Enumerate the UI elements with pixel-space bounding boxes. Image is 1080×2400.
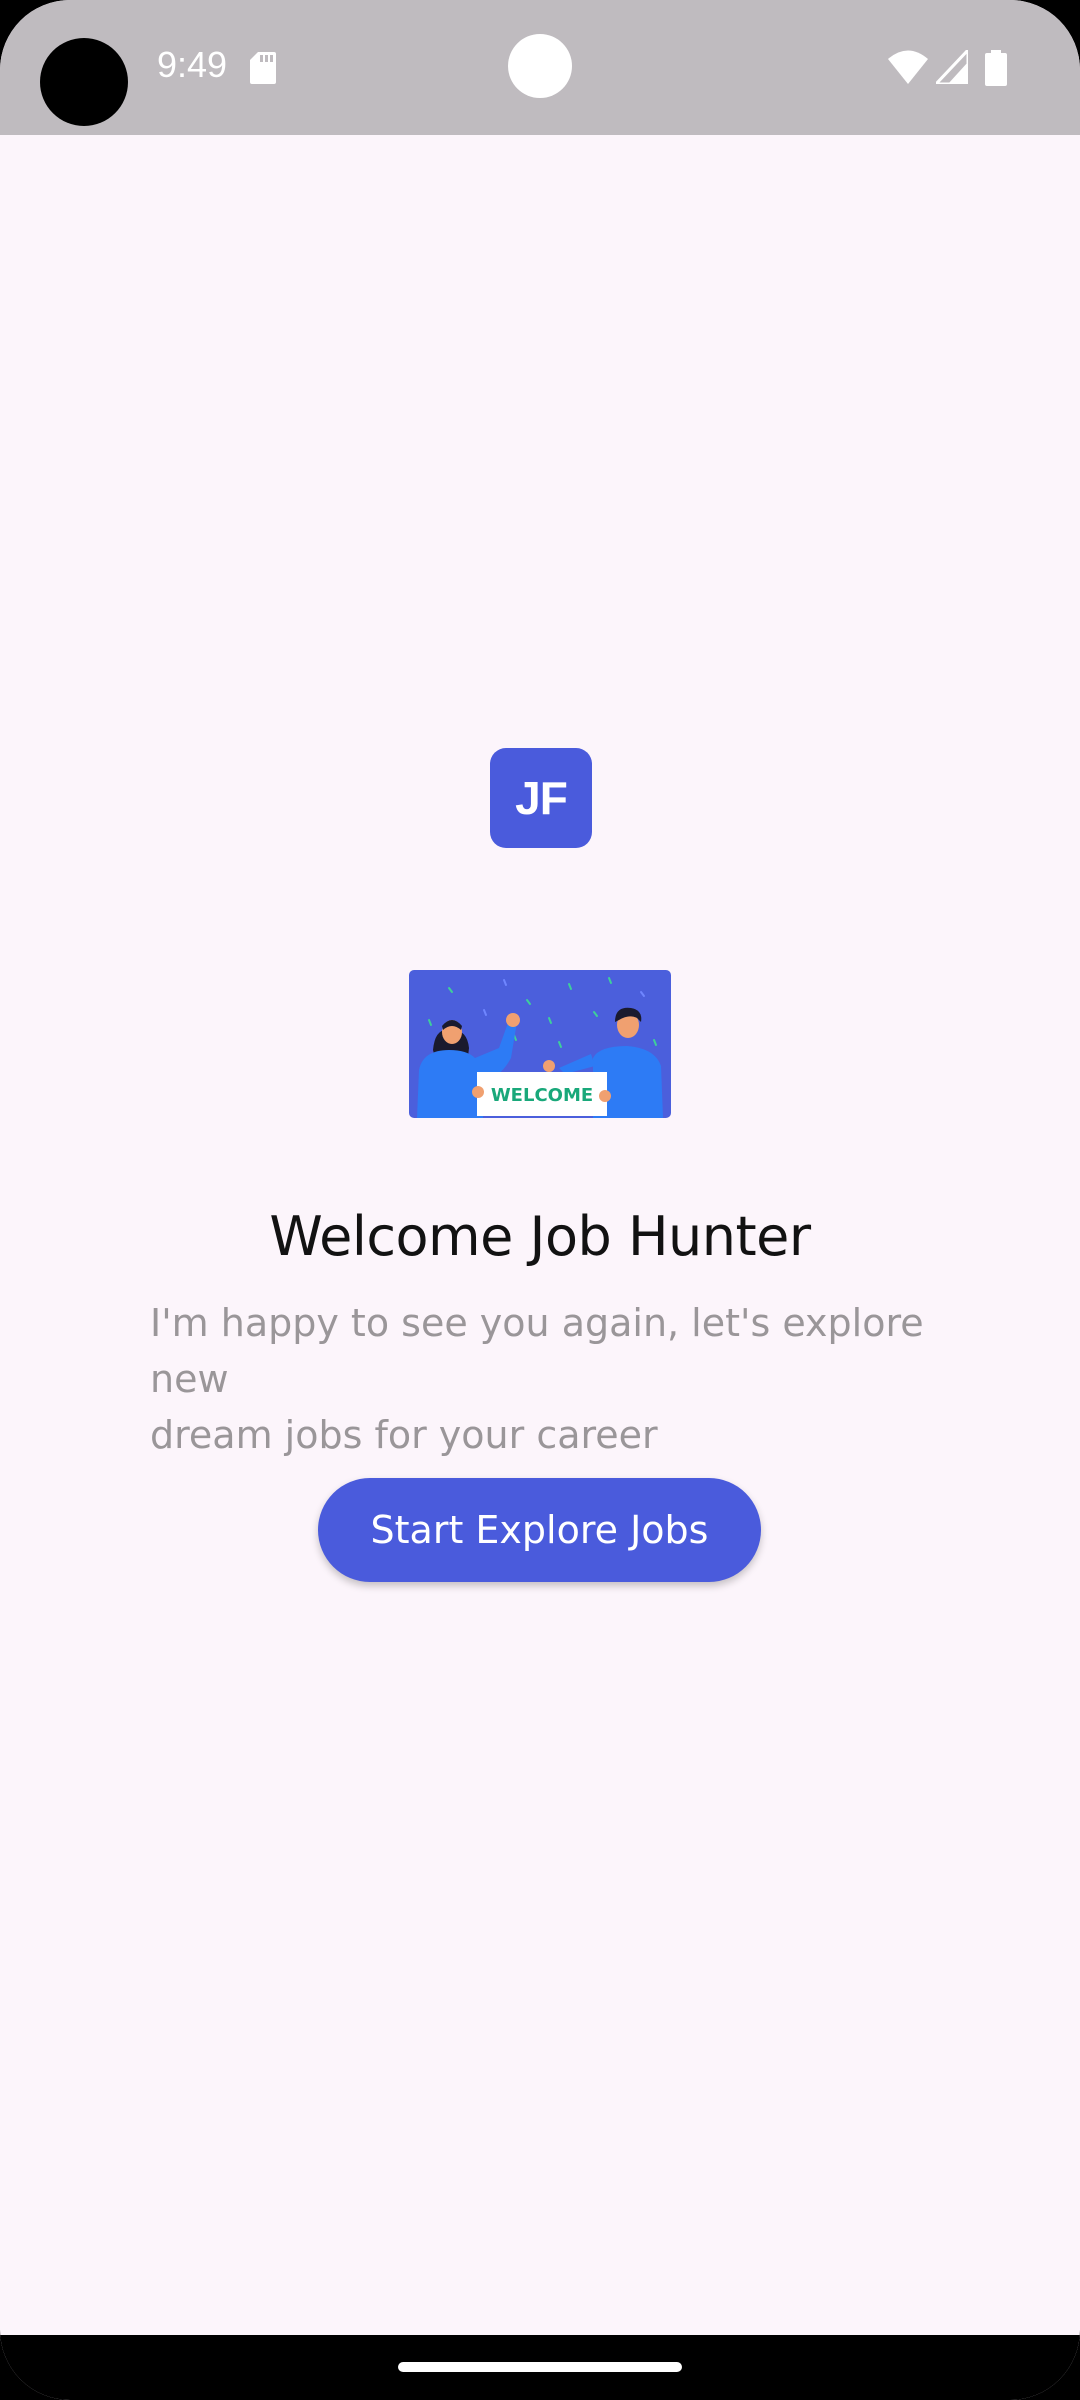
- front-camera: [508, 34, 572, 98]
- status-bar: 9:49: [0, 0, 1080, 135]
- status-time: 9:49: [157, 44, 228, 85]
- start-explore-jobs-button[interactable]: Start Explore Jobs: [318, 1478, 761, 1582]
- wifi-icon: [888, 50, 928, 84]
- welcome-subtitle: I'm happy to see you again, let's explor…: [150, 1301, 924, 1457]
- camera-cutout: [40, 38, 128, 126]
- home-indicator[interactable]: [398, 2362, 682, 2372]
- app-logo: JF: [490, 748, 592, 848]
- welcome-banner-text: WELCOME: [491, 1085, 593, 1106]
- welcome-illustration: WELCOME: [409, 970, 671, 1118]
- welcome-title: Welcome Job Hunter: [269, 1205, 811, 1268]
- welcome-screen: 9:49 JF WELCOME Welcome Job Hunter I'm h…: [0, 0, 1080, 2400]
- battery-icon: [985, 50, 1007, 86]
- signal-icon: [936, 50, 968, 84]
- sd-card-icon: [250, 52, 276, 84]
